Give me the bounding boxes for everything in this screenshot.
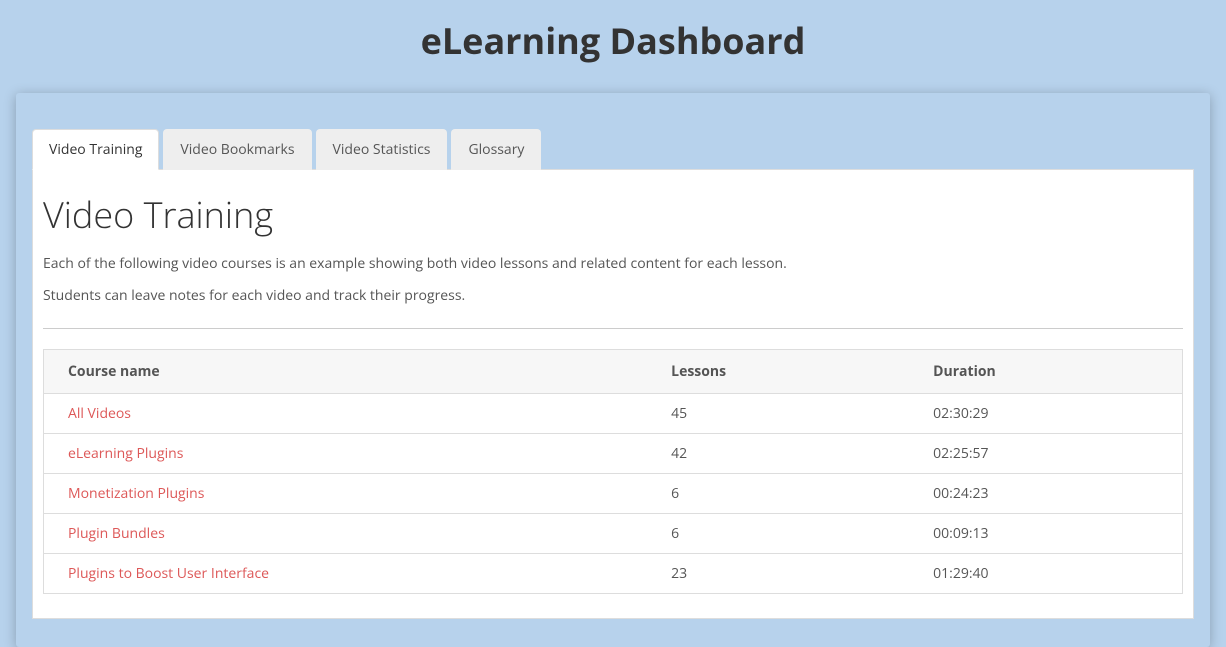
courses-table: Course name Lessons Duration All Videos … — [43, 349, 1183, 594]
tab-video-bookmarks[interactable]: Video Bookmarks — [163, 129, 311, 170]
table-row: eLearning Plugins 42 02:25:57 — [44, 433, 1183, 473]
page-title: eLearning Dashboard — [0, 0, 1226, 93]
lessons-cell: 23 — [647, 553, 909, 593]
table-row: Monetization Plugins 6 00:24:23 — [44, 473, 1183, 513]
course-link[interactable]: Monetization Plugins — [68, 484, 204, 503]
course-link[interactable]: All Videos — [68, 404, 131, 423]
table-row: All Videos 45 02:30:29 — [44, 393, 1183, 433]
tabs: Video Training Video Bookmarks Video Sta… — [32, 129, 1194, 170]
tab-video-training[interactable]: Video Training — [32, 129, 159, 170]
duration-cell: 02:30:29 — [909, 393, 1182, 433]
duration-cell: 00:09:13 — [909, 513, 1182, 553]
table-row: Plugins to Boost User Interface 23 01:29… — [44, 553, 1183, 593]
lessons-cell: 42 — [647, 433, 909, 473]
lessons-cell: 45 — [647, 393, 909, 433]
table-row: Plugin Bundles 6 00:09:13 — [44, 513, 1183, 553]
header-lessons: Lessons — [647, 349, 909, 393]
header-course-name: Course name — [44, 349, 648, 393]
divider — [43, 328, 1183, 329]
description-line-1: Each of the following video courses is a… — [43, 253, 1183, 275]
section-title: Video Training — [43, 190, 1183, 239]
description-line-2: Students can leave notes for each video … — [43, 285, 1183, 307]
main-panel: Video Training Video Bookmarks Video Sta… — [16, 93, 1210, 647]
lessons-cell: 6 — [647, 513, 909, 553]
duration-cell: 02:25:57 — [909, 433, 1182, 473]
course-link[interactable]: eLearning Plugins — [68, 444, 183, 463]
tab-content: Video Training Each of the following vid… — [32, 169, 1194, 619]
tab-glossary[interactable]: Glossary — [451, 129, 541, 170]
course-link[interactable]: Plugins to Boost User Interface — [68, 564, 269, 583]
lessons-cell: 6 — [647, 473, 909, 513]
header-duration: Duration — [909, 349, 1182, 393]
duration-cell: 00:24:23 — [909, 473, 1182, 513]
duration-cell: 01:29:40 — [909, 553, 1182, 593]
course-link[interactable]: Plugin Bundles — [68, 524, 165, 543]
tab-video-statistics[interactable]: Video Statistics — [316, 129, 448, 170]
